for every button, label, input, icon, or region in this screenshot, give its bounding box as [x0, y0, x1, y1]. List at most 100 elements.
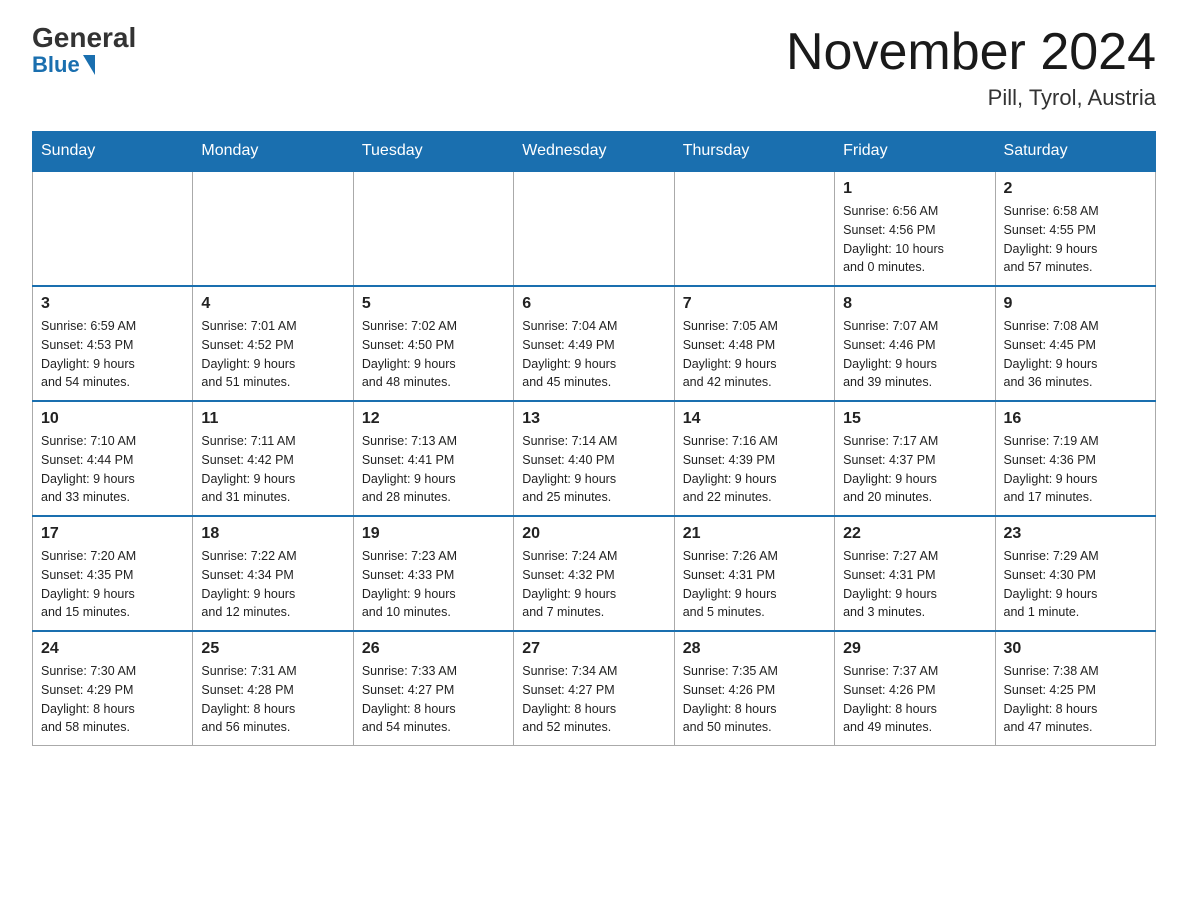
calendar-cell [33, 171, 193, 286]
calendar-subtitle: Pill, Tyrol, Austria [786, 85, 1156, 111]
calendar-cell: 23 Sunrise: 7:29 AMSunset: 4:30 PMDayligh… [995, 516, 1155, 631]
calendar-cell: 8 Sunrise: 7:07 AMSunset: 4:46 PMDaylight… [835, 286, 995, 401]
day-info: Sunrise: 7:23 AMSunset: 4:33 PMDaylight:… [362, 547, 505, 622]
logo-triangle-icon [83, 55, 95, 75]
day-number: 6 [522, 295, 665, 313]
title-area: November 2024 Pill, Tyrol, Austria [786, 24, 1156, 111]
day-number: 11 [201, 410, 344, 428]
page-header: General Blue November 2024 Pill, Tyrol, … [32, 24, 1156, 111]
calendar-cell: 11 Sunrise: 7:11 AMSunset: 4:42 PMDayligh… [193, 401, 353, 516]
day-info: Sunrise: 7:04 AMSunset: 4:49 PMDaylight:… [522, 317, 665, 392]
day-number: 21 [683, 525, 826, 543]
day-number: 9 [1004, 295, 1147, 313]
calendar-cell: 10 Sunrise: 7:10 AMSunset: 4:44 PMDayligh… [33, 401, 193, 516]
day-number: 3 [41, 295, 184, 313]
day-info: Sunrise: 7:31 AMSunset: 4:28 PMDaylight:… [201, 662, 344, 737]
calendar-cell: 21 Sunrise: 7:26 AMSunset: 4:31 PMDayligh… [674, 516, 834, 631]
day-number: 19 [362, 525, 505, 543]
day-info: Sunrise: 7:30 AMSunset: 4:29 PMDaylight:… [41, 662, 184, 737]
calendar-cell: 2 Sunrise: 6:58 AMSunset: 4:55 PMDaylight… [995, 171, 1155, 286]
logo-blue-text: Blue [32, 52, 95, 78]
calendar-title: November 2024 [786, 24, 1156, 81]
weekday-header-saturday: Saturday [995, 132, 1155, 172]
day-number: 23 [1004, 525, 1147, 543]
day-info: Sunrise: 7:33 AMSunset: 4:27 PMDaylight:… [362, 662, 505, 737]
logo-general-text: General [32, 24, 136, 52]
day-info: Sunrise: 7:14 AMSunset: 4:40 PMDaylight:… [522, 432, 665, 507]
day-info: Sunrise: 7:20 AMSunset: 4:35 PMDaylight:… [41, 547, 184, 622]
day-number: 12 [362, 410, 505, 428]
day-info: Sunrise: 7:17 AMSunset: 4:37 PMDaylight:… [843, 432, 986, 507]
day-info: Sunrise: 7:27 AMSunset: 4:31 PMDaylight:… [843, 547, 986, 622]
day-number: 14 [683, 410, 826, 428]
week-row-5: 24 Sunrise: 7:30 AMSunset: 4:29 PMDayligh… [33, 631, 1156, 746]
day-number: 13 [522, 410, 665, 428]
day-info: Sunrise: 7:24 AMSunset: 4:32 PMDaylight:… [522, 547, 665, 622]
day-info: Sunrise: 7:08 AMSunset: 4:45 PMDaylight:… [1004, 317, 1147, 392]
calendar-cell: 16 Sunrise: 7:19 AMSunset: 4:36 PMDayligh… [995, 401, 1155, 516]
day-number: 15 [843, 410, 986, 428]
day-info: Sunrise: 7:34 AMSunset: 4:27 PMDaylight:… [522, 662, 665, 737]
day-number: 2 [1004, 180, 1147, 198]
day-number: 29 [843, 640, 986, 658]
day-number: 22 [843, 525, 986, 543]
day-info: Sunrise: 7:35 AMSunset: 4:26 PMDaylight:… [683, 662, 826, 737]
weekday-header-wednesday: Wednesday [514, 132, 674, 172]
weekday-header-monday: Monday [193, 132, 353, 172]
calendar-cell: 29Sunrise: 7:37 AMSunset: 4:26 PMDayligh… [835, 631, 995, 746]
day-number: 17 [41, 525, 184, 543]
calendar-cell: 9 Sunrise: 7:08 AMSunset: 4:45 PMDaylight… [995, 286, 1155, 401]
day-number: 16 [1004, 410, 1147, 428]
weekday-header-tuesday: Tuesday [353, 132, 513, 172]
calendar-cell: 24 Sunrise: 7:30 AMSunset: 4:29 PMDayligh… [33, 631, 193, 746]
calendar-cell: 5 Sunrise: 7:02 AMSunset: 4:50 PMDaylight… [353, 286, 513, 401]
calendar-cell: 22 Sunrise: 7:27 AMSunset: 4:31 PMDayligh… [835, 516, 995, 631]
day-info: Sunrise: 7:05 AMSunset: 4:48 PMDaylight:… [683, 317, 826, 392]
day-info: Sunrise: 7:19 AMSunset: 4:36 PMDaylight:… [1004, 432, 1147, 507]
day-number: 18 [201, 525, 344, 543]
calendar-cell: 19 Sunrise: 7:23 AMSunset: 4:33 PMDayligh… [353, 516, 513, 631]
week-row-4: 17 Sunrise: 7:20 AMSunset: 4:35 PMDayligh… [33, 516, 1156, 631]
day-number: 1 [843, 180, 986, 198]
day-info: Sunrise: 6:56 AMSunset: 4:56 PMDaylight:… [843, 202, 986, 277]
calendar-cell: 28Sunrise: 7:35 AMSunset: 4:26 PMDayligh… [674, 631, 834, 746]
calendar-cell [674, 171, 834, 286]
calendar-cell: 14 Sunrise: 7:16 AMSunset: 4:39 PMDayligh… [674, 401, 834, 516]
day-info: Sunrise: 7:29 AMSunset: 4:30 PMDaylight:… [1004, 547, 1147, 622]
calendar-cell [514, 171, 674, 286]
weekday-header-friday: Friday [835, 132, 995, 172]
calendar-cell: 7Sunrise: 7:05 AMSunset: 4:48 PMDaylight… [674, 286, 834, 401]
calendar-cell: 3 Sunrise: 6:59 AMSunset: 4:53 PMDaylight… [33, 286, 193, 401]
week-row-3: 10 Sunrise: 7:10 AMSunset: 4:44 PMDayligh… [33, 401, 1156, 516]
day-info: Sunrise: 7:26 AMSunset: 4:31 PMDaylight:… [683, 547, 826, 622]
weekday-header-row: SundayMondayTuesdayWednesdayThursdayFrid… [33, 132, 1156, 172]
day-number: 5 [362, 295, 505, 313]
calendar-cell: 1 Sunrise: 6:56 AMSunset: 4:56 PMDaylight… [835, 171, 995, 286]
day-number: 24 [41, 640, 184, 658]
calendar-cell: 4Sunrise: 7:01 AMSunset: 4:52 PMDaylight… [193, 286, 353, 401]
week-row-1: 1 Sunrise: 6:56 AMSunset: 4:56 PMDaylight… [33, 171, 1156, 286]
calendar-cell: 20Sunrise: 7:24 AMSunset: 4:32 PMDayligh… [514, 516, 674, 631]
day-info: Sunrise: 6:58 AMSunset: 4:55 PMDaylight:… [1004, 202, 1147, 277]
day-info: Sunrise: 7:11 AMSunset: 4:42 PMDaylight:… [201, 432, 344, 507]
day-number: 8 [843, 295, 986, 313]
calendar-cell: 27Sunrise: 7:34 AMSunset: 4:27 PMDayligh… [514, 631, 674, 746]
calendar-cell: 18Sunrise: 7:22 AMSunset: 4:34 PMDayligh… [193, 516, 353, 631]
day-info: Sunrise: 7:16 AMSunset: 4:39 PMDaylight:… [683, 432, 826, 507]
calendar-cell: 25 Sunrise: 7:31 AMSunset: 4:28 PMDayligh… [193, 631, 353, 746]
day-number: 10 [41, 410, 184, 428]
day-number: 26 [362, 640, 505, 658]
calendar-cell: 26 Sunrise: 7:33 AMSunset: 4:27 PMDayligh… [353, 631, 513, 746]
day-info: Sunrise: 7:10 AMSunset: 4:44 PMDaylight:… [41, 432, 184, 507]
day-info: Sunrise: 7:07 AMSunset: 4:46 PMDaylight:… [843, 317, 986, 392]
calendar-cell [193, 171, 353, 286]
weekday-header-thursday: Thursday [674, 132, 834, 172]
logo: General Blue [32, 24, 136, 78]
day-info: Sunrise: 7:38 AMSunset: 4:25 PMDaylight:… [1004, 662, 1147, 737]
day-info: Sunrise: 7:02 AMSunset: 4:50 PMDaylight:… [362, 317, 505, 392]
calendar-cell: 17 Sunrise: 7:20 AMSunset: 4:35 PMDayligh… [33, 516, 193, 631]
day-info: Sunrise: 6:59 AMSunset: 4:53 PMDaylight:… [41, 317, 184, 392]
calendar-cell: 30Sunrise: 7:38 AMSunset: 4:25 PMDayligh… [995, 631, 1155, 746]
weekday-header-sunday: Sunday [33, 132, 193, 172]
day-number: 25 [201, 640, 344, 658]
